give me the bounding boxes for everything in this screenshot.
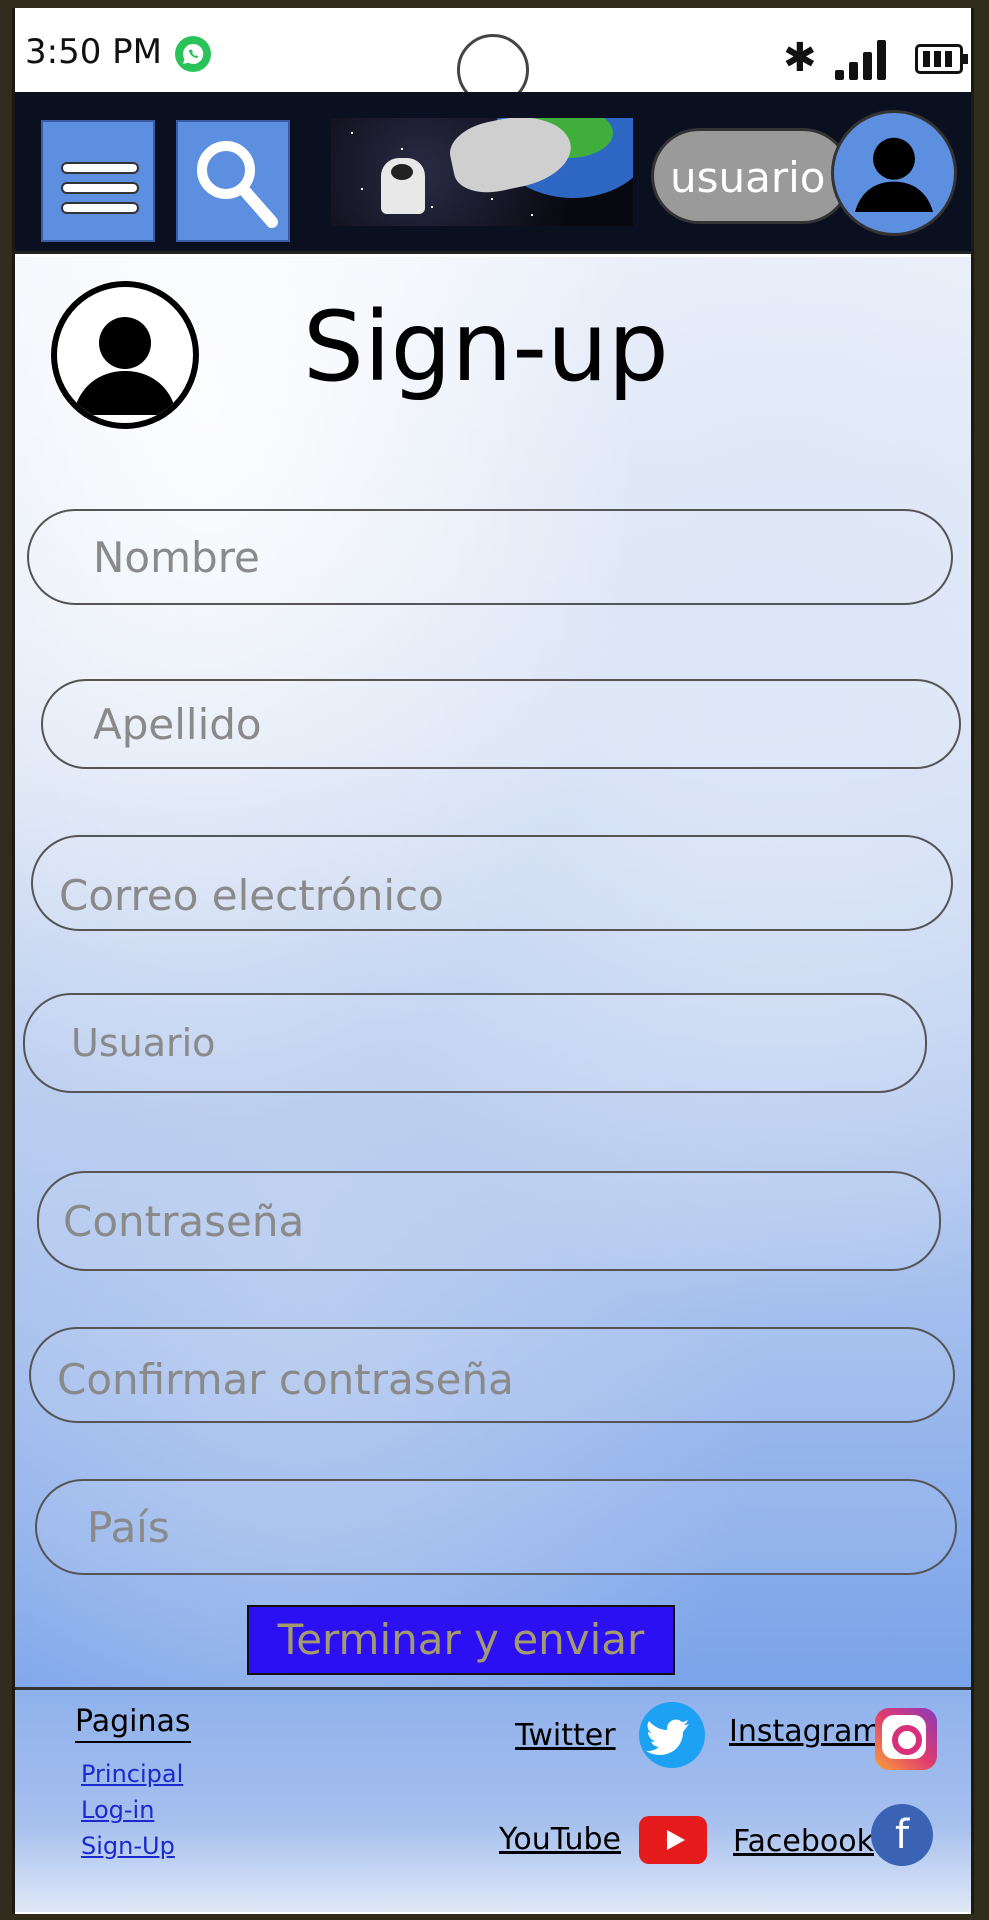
search-icon	[197, 141, 278, 228]
password-input[interactable]	[39, 1173, 939, 1269]
name-input[interactable]	[29, 511, 951, 603]
footer-pages-heading: Paginas	[75, 1704, 191, 1743]
youtube-icon[interactable]	[639, 1816, 707, 1864]
submit-button[interactable]: Terminar y enviar	[247, 1605, 675, 1675]
confirm-password-input[interactable]	[31, 1329, 953, 1421]
user-menu-pill[interactable]: usuario	[651, 128, 851, 224]
instagram-link[interactable]: Instagram	[729, 1714, 882, 1749]
country-field[interactable]	[35, 1479, 957, 1575]
page-footer: Paginas Principal Log-in Sign-Up Twitter…	[15, 1687, 971, 1912]
email-input[interactable]	[33, 837, 951, 929]
search-button[interactable]	[176, 120, 290, 242]
facebook-link[interactable]: Facebook	[733, 1824, 874, 1859]
menu-button[interactable]	[41, 120, 155, 242]
hamburger-menu-bar	[61, 182, 139, 194]
footer-link-signup[interactable]: Sign-Up	[81, 1832, 175, 1860]
profile-placeholder-icon	[51, 281, 199, 429]
user-label: usuario	[670, 153, 826, 202]
page-title: Sign-up	[303, 291, 669, 403]
surname-field[interactable]	[41, 679, 961, 769]
whatsapp-icon	[175, 36, 211, 72]
facebook-icon[interactable]: f	[871, 1804, 933, 1866]
footer-link-login[interactable]: Log-in	[81, 1796, 154, 1824]
phone-frame: 3:50 PM ✱ usuario Sign-up Nombre Apellid…	[12, 8, 974, 1914]
twitter-link[interactable]: Twitter	[515, 1718, 616, 1753]
astronaut-figure	[381, 158, 425, 214]
youtube-link[interactable]: YouTube	[499, 1822, 621, 1857]
name-field[interactable]	[27, 509, 953, 605]
password-field[interactable]	[37, 1171, 941, 1271]
signup-form-area: Sign-up Terminar y enviar	[15, 257, 971, 1687]
email-field[interactable]	[31, 835, 953, 931]
country-input[interactable]	[37, 1481, 955, 1573]
footer-link-principal[interactable]: Principal	[81, 1760, 183, 1788]
status-time: 3:50 PM	[25, 32, 162, 72]
header-banner-image	[331, 118, 633, 226]
battery-icon	[915, 44, 968, 74]
signal-icon	[835, 38, 891, 80]
user-avatar-icon[interactable]	[831, 110, 957, 236]
instagram-icon[interactable]	[875, 1708, 937, 1770]
username-field[interactable]	[23, 993, 927, 1093]
surname-input[interactable]	[43, 681, 959, 767]
status-bar: 3:50 PM ✱	[15, 8, 971, 106]
app-header: usuario	[15, 92, 971, 254]
hamburger-menu-bar	[61, 202, 139, 214]
confirm-password-field[interactable]	[29, 1327, 955, 1423]
hamburger-menu-icon	[61, 162, 139, 174]
bluetooth-icon: ✱	[783, 35, 817, 81]
twitter-icon[interactable]	[639, 1702, 705, 1768]
username-input[interactable]	[25, 995, 925, 1091]
